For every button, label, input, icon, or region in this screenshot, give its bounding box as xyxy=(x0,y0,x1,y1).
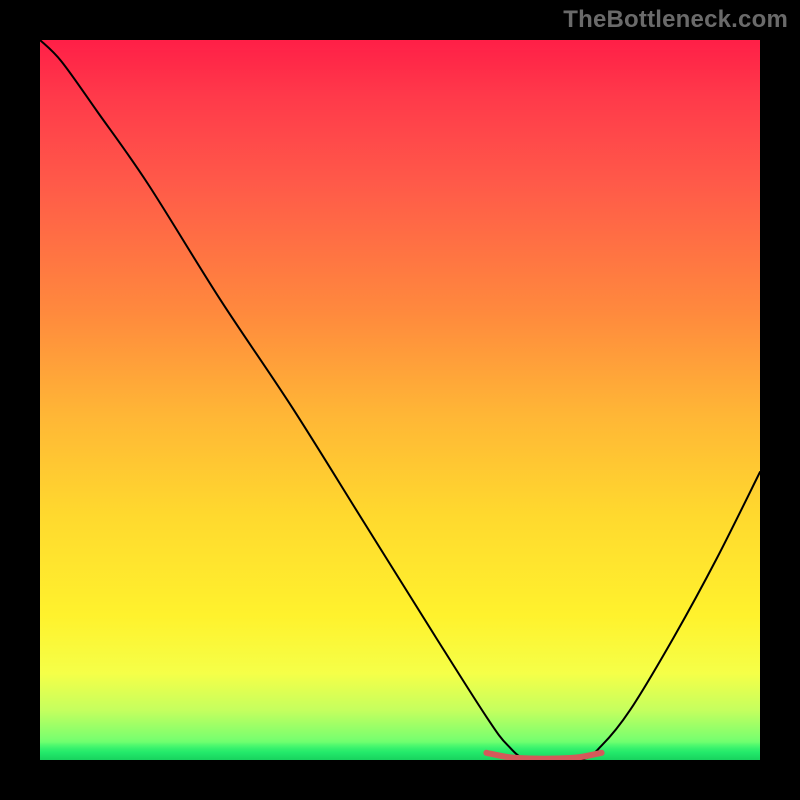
series-optimal-range-marker xyxy=(486,753,601,759)
chart-svg xyxy=(40,40,760,760)
series-bottleneck-curve xyxy=(40,40,760,760)
chart-frame: TheBottleneck.com xyxy=(0,0,800,800)
plot-area xyxy=(40,40,760,760)
watermark-text: TheBottleneck.com xyxy=(563,6,788,34)
